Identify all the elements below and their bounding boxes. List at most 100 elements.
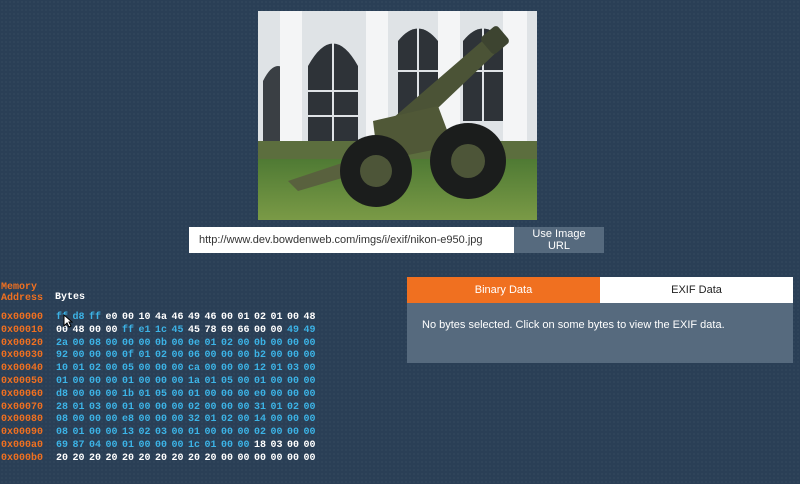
hex-byte[interactable]: 00 (271, 338, 288, 350)
hex-byte[interactable]: 00 (304, 338, 321, 350)
hex-byte[interactable]: 00 (172, 414, 189, 426)
hex-byte[interactable]: 00 (221, 312, 238, 324)
hex-byte[interactable]: 10 (56, 363, 73, 375)
hex-byte[interactable]: 00 (304, 389, 321, 401)
hex-byte[interactable]: 00 (304, 402, 321, 414)
hex-byte[interactable]: 00 (221, 427, 238, 439)
hex-byte[interactable]: 01 (139, 350, 156, 362)
hex-byte[interactable]: 05 (221, 376, 238, 388)
hex-byte[interactable]: 49 (304, 325, 321, 337)
hex-byte[interactable]: 00 (271, 325, 288, 337)
hex-byte[interactable]: 66 (238, 325, 255, 337)
hex-byte[interactable]: 00 (238, 376, 255, 388)
hex-byte[interactable]: 45 (188, 325, 205, 337)
hex-byte[interactable]: 03 (287, 363, 304, 375)
hex-byte[interactable]: 02 (254, 312, 271, 324)
hex-byte[interactable]: e0 (106, 312, 123, 324)
hex-byte[interactable]: 00 (287, 453, 304, 465)
hex-byte[interactable]: 08 (56, 427, 73, 439)
hex-byte[interactable]: 00 (106, 402, 123, 414)
hex-byte[interactable]: 20 (89, 453, 106, 465)
hex-byte[interactable]: 00 (106, 325, 123, 337)
hex-byte[interactable]: 48 (304, 312, 321, 324)
hex-byte[interactable]: 1a (188, 376, 205, 388)
hex-byte[interactable]: 00 (89, 427, 106, 439)
hex-byte[interactable]: 00 (221, 363, 238, 375)
hex-byte[interactable]: 00 (271, 350, 288, 362)
hex-byte[interactable]: 00 (106, 363, 123, 375)
hex-byte[interactable]: 00 (221, 389, 238, 401)
hex-byte[interactable]: 00 (73, 376, 90, 388)
hex-byte[interactable]: 00 (106, 440, 123, 452)
hex-byte[interactable]: 03 (271, 440, 288, 452)
hex-byte[interactable]: 00 (238, 453, 255, 465)
hex-byte[interactable]: 00 (271, 453, 288, 465)
hex-byte[interactable]: 01 (122, 376, 139, 388)
hex-byte[interactable]: 00 (238, 402, 255, 414)
hex-byte[interactable]: 02 (89, 363, 106, 375)
hex-byte[interactable]: 01 (205, 338, 222, 350)
hex-byte[interactable]: 00 (304, 350, 321, 362)
hex-byte[interactable]: 00 (172, 363, 189, 375)
hex-byte[interactable]: 20 (205, 453, 222, 465)
hex-byte[interactable]: 01 (73, 427, 90, 439)
hex-byte[interactable]: 01 (188, 389, 205, 401)
hex-byte[interactable]: 00 (287, 350, 304, 362)
hex-byte[interactable]: 02 (287, 402, 304, 414)
hex-byte[interactable]: 28 (56, 402, 73, 414)
hex-byte[interactable]: 01 (73, 363, 90, 375)
hex-byte[interactable]: 02 (139, 427, 156, 439)
hex-byte[interactable]: 00 (238, 363, 255, 375)
hex-byte[interactable]: 00 (139, 376, 156, 388)
hex-byte[interactable]: 00 (155, 363, 172, 375)
hex-byte[interactable]: 06 (188, 350, 205, 362)
hex-byte[interactable]: 00 (139, 363, 156, 375)
hex-byte[interactable]: 69 (56, 440, 73, 452)
tab-exif-data[interactable]: EXIF Data (600, 277, 793, 303)
hex-byte[interactable]: 01 (271, 402, 288, 414)
hex-byte[interactable]: 02 (254, 427, 271, 439)
hex-byte[interactable]: 01 (139, 389, 156, 401)
hex-byte[interactable]: 00 (287, 376, 304, 388)
hex-byte[interactable]: 05 (155, 389, 172, 401)
hex-byte[interactable]: 00 (172, 402, 189, 414)
hex-byte[interactable]: 1c (188, 440, 205, 452)
hex-byte[interactable]: 00 (89, 325, 106, 337)
hex-byte[interactable]: 20 (106, 453, 123, 465)
hex-byte[interactable]: 00 (205, 427, 222, 439)
hex-byte[interactable]: 00 (238, 440, 255, 452)
hex-byte[interactable]: b2 (254, 350, 271, 362)
hex-byte[interactable]: 00 (304, 414, 321, 426)
hex-byte[interactable]: 1b (122, 389, 139, 401)
hex-byte[interactable]: d8 (56, 389, 73, 401)
hex-byte[interactable]: 14 (254, 414, 271, 426)
hex-byte[interactable]: 00 (89, 414, 106, 426)
hex-byte[interactable]: 01 (271, 363, 288, 375)
hex-byte[interactable]: 00 (271, 427, 288, 439)
hex-byte[interactable]: 0e (188, 338, 205, 350)
hex-byte[interactable]: ca (188, 363, 205, 375)
hex-byte[interactable]: 13 (122, 427, 139, 439)
hex-byte[interactable]: 00 (221, 350, 238, 362)
hex-byte[interactable]: 00 (254, 453, 271, 465)
hex-byte[interactable]: 87 (73, 440, 90, 452)
hex-byte[interactable]: 00 (172, 338, 189, 350)
hex-byte[interactable]: 00 (89, 376, 106, 388)
hex-byte[interactable]: 02 (221, 414, 238, 426)
hex-byte[interactable]: 00 (122, 312, 139, 324)
hex-byte[interactable]: 00 (287, 414, 304, 426)
hex-byte[interactable]: 00 (155, 376, 172, 388)
hex-byte[interactable]: 20 (56, 453, 73, 465)
hex-byte[interactable]: 00 (287, 427, 304, 439)
hex-byte[interactable]: 4a (155, 312, 172, 324)
hex-byte[interactable]: 00 (155, 402, 172, 414)
hex-byte[interactable]: 45 (172, 325, 189, 337)
hex-byte[interactable]: 00 (271, 376, 288, 388)
hex-byte[interactable]: 00 (271, 414, 288, 426)
hex-byte[interactable]: 00 (271, 389, 288, 401)
hex-byte[interactable]: 0b (254, 338, 271, 350)
hex-byte[interactable]: 01 (122, 402, 139, 414)
hex-byte[interactable]: 01 (73, 402, 90, 414)
hex-byte[interactable]: 00 (172, 376, 189, 388)
hex-byte[interactable]: 01 (56, 376, 73, 388)
